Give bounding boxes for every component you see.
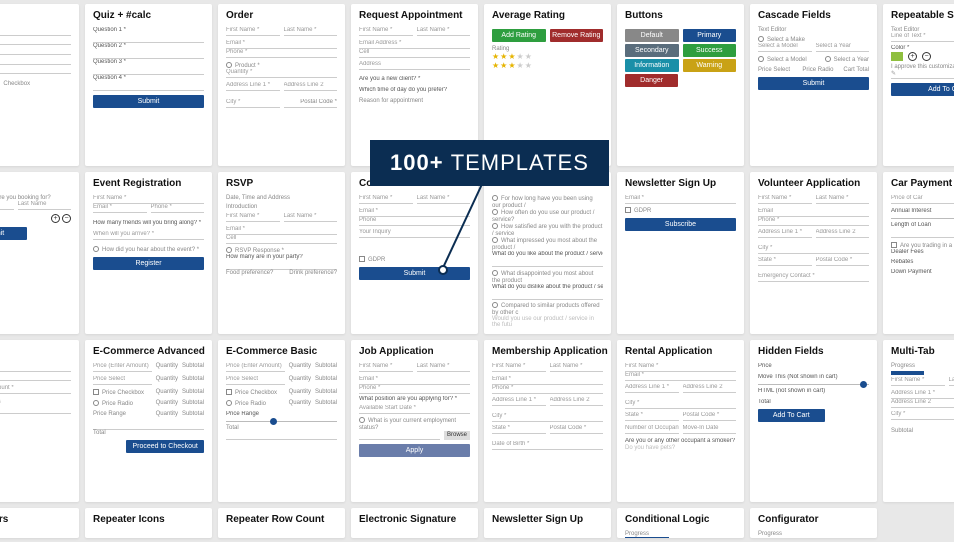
radio-icon[interactable] [226, 62, 232, 68]
add-to-cart-button[interactable]: Add To Cart [758, 409, 825, 422]
card-booking[interactable]: ooking many people are you booking for? … [0, 172, 79, 334]
card-ecommerce-advanced[interactable]: E-Commerce Advanced Price (Enter Amount)… [85, 340, 212, 502]
card-newsletter-signup-2[interactable]: Newsletter Sign Up [484, 508, 611, 538]
card-newsletter-signup[interactable]: Newsletter Sign Up Email * GDPR Subscrib… [617, 172, 744, 334]
card-repeaters[interactable]: Repeaters [0, 508, 79, 538]
progress-bar [891, 371, 924, 375]
card-car-payment[interactable]: Car Payment Price of CarSales Tax Annual… [883, 172, 954, 334]
template-grid: ess Bar ckbox Checkbox Quiz + #calc Ques… [0, 0, 954, 542]
submit-button[interactable]: Submit [93, 95, 204, 108]
minus-icon[interactable]: − [62, 214, 71, 223]
card-title: ess Bar [0, 10, 71, 21]
remove-rating-button[interactable]: Remove Rating [550, 29, 604, 42]
card-multi-tab[interactable]: Multi-Tab Progress First Name *Last Name… [883, 340, 954, 502]
card-electronic-signature[interactable]: Electronic Signature [351, 508, 478, 538]
star-rating[interactable]: ★★★★★ [492, 61, 603, 70]
card-average-rating[interactable]: Average Rating Add Rating Remove Rating … [484, 4, 611, 166]
card-contact-us[interactable]: Contact Us First Name *Last Name * Email… [351, 172, 478, 334]
register-button[interactable]: Register [93, 257, 204, 270]
card-quiz-calc[interactable]: Quiz + #calc Question 1 * Question 2 * Q… [85, 4, 212, 166]
card-title: Order [226, 10, 337, 21]
card-rsvp[interactable]: RSVP Date, Time and Address Introduction… [218, 172, 345, 334]
card-repeatable-sections[interactable]: Repeatable Sections Text Editor Line of … [883, 4, 954, 166]
card-buttons[interactable]: Buttons DefaultPrimary SecondarySuccess … [617, 4, 744, 166]
card-request-appointment[interactable]: Request Appointment First Name *Last Nam… [351, 4, 478, 166]
card-title: Repeatable Sections [891, 10, 954, 21]
card-title: Request Appointment [359, 10, 470, 21]
card-order[interactable]: Order First Name *Last Name * Email * Ph… [218, 4, 345, 166]
submit-button[interactable]: Submit [758, 77, 869, 90]
card-title: Cascade Fields [758, 10, 869, 21]
card-title: onation [0, 346, 71, 357]
browse-button[interactable]: Browse [444, 431, 470, 440]
card-event-registration[interactable]: Event Registration First Name * Email *P… [85, 172, 212, 334]
card-title: RSVP [226, 178, 337, 189]
card-repeater-icons[interactable]: Repeater Icons [85, 508, 212, 538]
card-title: Car Payment [891, 178, 954, 189]
card-title: Contact Us [359, 178, 470, 189]
star-rating[interactable]: ★★★★★ [492, 52, 603, 61]
card-title: E-Commerce Advanced [93, 346, 204, 357]
card-title: Average Rating [492, 10, 603, 21]
card-volunteer-application[interactable]: Volunteer Application First Name *Last N… [750, 172, 877, 334]
minus-icon[interactable]: − [922, 52, 931, 61]
price-range-slider[interactable] [226, 418, 337, 425]
card-configurator[interactable]: Configurator Progress [750, 508, 877, 538]
card-rental-application[interactable]: Rental Application First Name * Email * … [617, 340, 744, 502]
card-title: E-Commerce Basic [226, 346, 337, 357]
card-title: Hidden Fields [758, 346, 869, 357]
card-job-application[interactable]: Job Application First Name *Last Name * … [351, 340, 478, 502]
card-ecommerce-basic[interactable]: E-Commerce Basic Price (Enter Amount)Qua… [218, 340, 345, 502]
card-title: Quiz + #calc [93, 10, 204, 21]
card-title: ooking [0, 178, 71, 189]
card-customer-satisfaction[interactable]: Customer Satisfaction For how long have … [484, 172, 611, 334]
interest-slider[interactable] [891, 215, 954, 222]
card-progress-bar[interactable]: ess Bar ckbox Checkbox [0, 4, 79, 166]
card-repeater-row-count[interactable]: Repeater Row Count [218, 508, 345, 538]
card-cascade-fields[interactable]: Cascade Fields Text Editor Select a Make… [750, 4, 877, 166]
card-title: Membership Application [492, 346, 603, 357]
card-title: Buttons [625, 10, 736, 21]
move-slider[interactable] [758, 381, 869, 388]
plus-icon[interactable]: + [51, 214, 60, 223]
subscribe-button[interactable]: Subscribe [625, 218, 736, 231]
submit-button[interactable]: Submit [0, 227, 27, 240]
card-title: Newsletter Sign Up [625, 178, 736, 189]
plus-icon[interactable]: + [908, 52, 917, 61]
card-title: Rental Application [625, 346, 736, 357]
card-title: Volunteer Application [758, 178, 869, 189]
card-membership-application[interactable]: Membership Application First Name *Last … [484, 340, 611, 502]
card-title: Job Application [359, 346, 470, 357]
apply-button[interactable]: Apply [359, 444, 470, 457]
add-to-cart-button[interactable]: Add To Cart [891, 83, 954, 96]
card-conditional-logic[interactable]: Conditional Logic Progress [617, 508, 744, 538]
card-hidden-fields[interactable]: Hidden Fields Price Move This (Not shown… [750, 340, 877, 502]
card-donation[interactable]: onation Email * r Donation Amount * Anon… [0, 340, 79, 502]
add-rating-button[interactable]: Add Rating [492, 29, 546, 42]
card-title: Customer Satisfaction [492, 178, 603, 189]
checkout-button[interactable]: Proceed to Checkout [126, 440, 204, 453]
card-title: Event Registration [93, 178, 204, 189]
submit-button[interactable]: Submit [359, 267, 470, 280]
card-title: Multi-Tab [891, 346, 954, 357]
color-swatch[interactable] [891, 52, 903, 61]
